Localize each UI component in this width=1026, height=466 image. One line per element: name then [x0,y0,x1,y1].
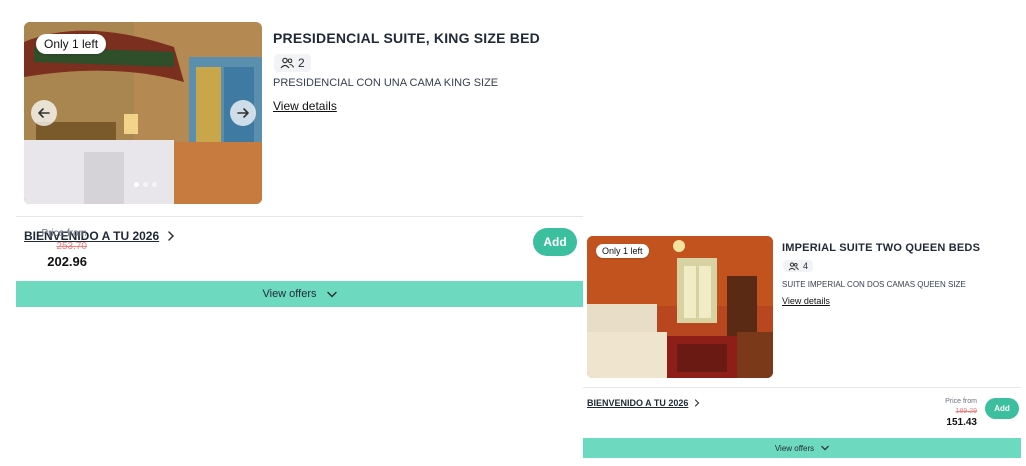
occupancy-badge: 4 [783,260,814,272]
price-from-label: Price from [945,398,977,405]
room-description: SUITE IMPERIAL CON DOS CAMAS QUEEN SIZE [782,280,966,289]
occupancy-count: 4 [803,261,809,271]
room-card-imperial: Only 1 left IMPERIAL SUITE TWO QUEEN BED… [0,0,1026,466]
divider [583,387,1021,388]
room-title: IMPERIAL SUITE TWO QUEEN BEDS [782,242,981,254]
rate-name-link[interactable]: BIENVENIDO A TU 2026 [587,398,700,408]
rate-name-label: BIENVENIDO A TU 2026 [587,398,689,408]
guests-icon [788,261,799,271]
chevron-right-icon [695,399,700,407]
view-offers-label: View offers [774,443,815,453]
chevron-down-icon [821,445,829,451]
view-offers-button[interactable]: View offers [583,438,1021,458]
add-button[interactable]: Add [985,398,1019,419]
view-details-link[interactable]: View details [782,296,830,306]
current-price: 151.43 [946,417,977,428]
availability-badge: Only 1 left [596,244,649,258]
old-price: 189.29 [955,408,977,415]
